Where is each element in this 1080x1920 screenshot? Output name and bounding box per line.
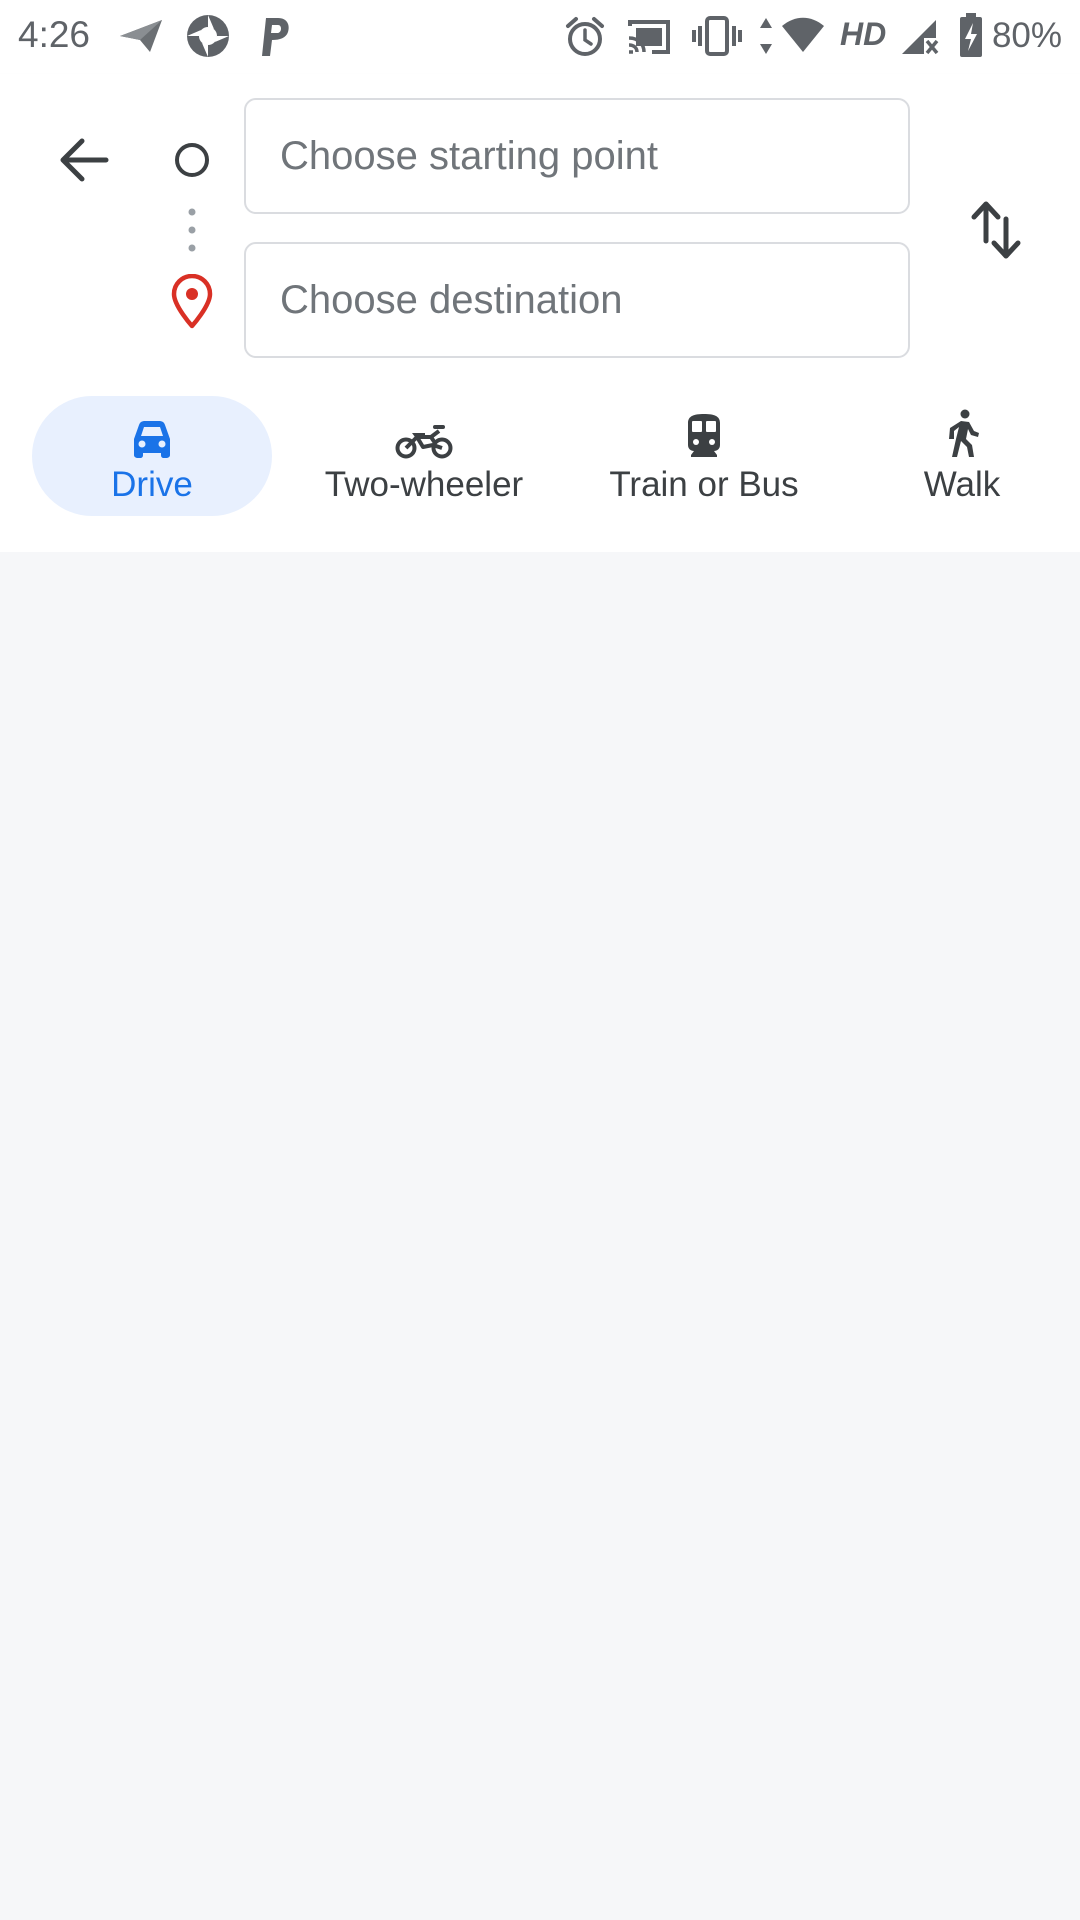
motorcycle-icon (395, 425, 453, 459)
mode-label-walk: Walk (923, 465, 1001, 504)
mode-tab-two-wheeler[interactable]: Two-wheeler (306, 396, 542, 516)
swap-vertical-icon (971, 201, 1021, 259)
mode-label-drive: Drive (111, 465, 193, 504)
back-button[interactable] (48, 124, 120, 196)
status-time: 4:26 (18, 14, 91, 55)
data-arrows-icon (760, 18, 772, 54)
vibrate-icon (692, 16, 742, 56)
walking-icon (949, 409, 979, 457)
status-bar: 4:26 HD 80% (0, 0, 1080, 74)
parking-app-icon (262, 18, 289, 56)
train-icon (688, 414, 720, 457)
directions-header: Drive Two-wheeler (0, 74, 1080, 552)
destination-field[interactable] (244, 242, 910, 358)
aperture-app-icon (187, 15, 229, 57)
cell-signal-icon (902, 20, 939, 55)
mode-label-two-wheeler: Two-wheeler (324, 465, 524, 504)
battery-percent: 80% (991, 16, 1062, 55)
mode-label-train-or-bus: Train or Bus (609, 465, 799, 504)
send-icon (120, 20, 162, 52)
directions-screen: 4:26 HD 80% Choose starting point Choose… (0, 0, 1080, 1920)
car-icon (134, 421, 170, 458)
starting-point-input[interactable] (246, 100, 908, 212)
starting-point-field[interactable] (244, 98, 910, 214)
network-type-label: HD (840, 16, 887, 52)
mode-tab-walk[interactable]: Walk (900, 396, 1024, 516)
destination-input[interactable] (246, 244, 908, 356)
alarm-icon (566, 17, 604, 56)
mode-tab-drive[interactable]: Drive (32, 396, 272, 516)
back-arrow-icon (60, 138, 109, 182)
results-area (0, 552, 1080, 1920)
mode-tab-train-or-bus[interactable]: Train or Bus (592, 396, 816, 516)
destination-pin-icon (171, 274, 213, 329)
cast-icon (628, 20, 670, 54)
swap-button[interactable] (960, 194, 1032, 266)
battery-charging-icon (960, 13, 982, 57)
wifi-icon (782, 17, 824, 52)
origin-circle-icon (175, 143, 209, 177)
